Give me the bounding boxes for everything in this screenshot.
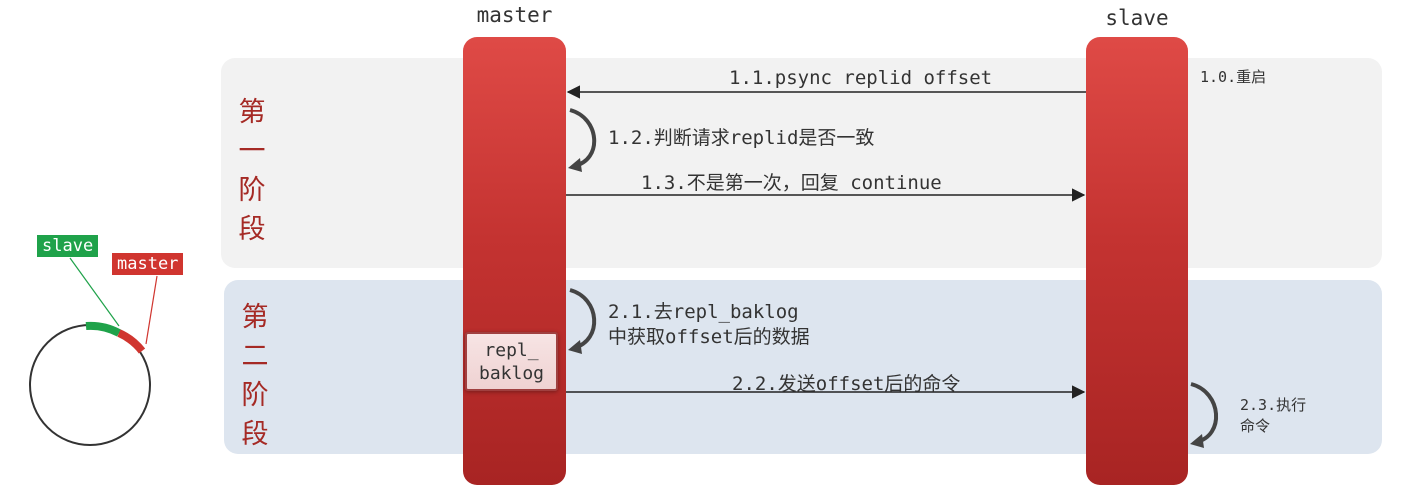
step-2-1-label-line2: 中获取offset后的数据 <box>608 326 810 348</box>
ring-slave-segment <box>85 321 121 337</box>
ring-master-pointer <box>145 275 158 345</box>
repl-baklog-box: repl_ baklog <box>465 332 558 391</box>
ring-slave-tag: slave <box>37 235 99 257</box>
repl-baklog-line1: repl_ <box>484 339 539 361</box>
step-2-1-label-line1: 2.1.去repl_baklog <box>608 301 799 323</box>
repl-baklog-line2: baklog <box>478 362 545 384</box>
step-1-1-label: 1.1.psync replid offset <box>729 67 993 89</box>
step-1-0-label: 1.0.重启 <box>1200 68 1267 86</box>
step-2-3-label-line1: 2.3.执行 <box>1240 396 1307 414</box>
ring-master-segment <box>117 329 146 354</box>
step-1-3-label: 1.3.不是第一次，回复 continue <box>641 172 942 194</box>
step-2-2-label: 2.2.发送offset后的命令 <box>732 373 961 395</box>
step-2-3-label-line2: 命令 <box>1240 417 1271 435</box>
step-1-2-label: 1.2.判断请求replid是否一致 <box>608 127 875 149</box>
loop-2-1 <box>569 288 597 350</box>
loop-2-3 <box>1190 382 1219 444</box>
loop-1-2 <box>569 108 597 168</box>
ring-master-tag: master <box>112 253 184 275</box>
